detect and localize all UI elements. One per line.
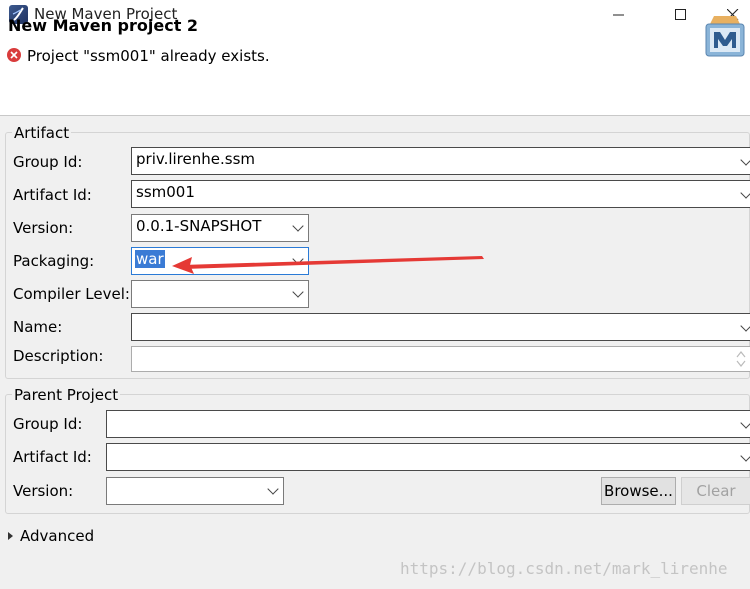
- parent-group-id-label: Group Id:: [13, 415, 83, 433]
- group-id-value: priv.lirenhe.ssm: [136, 150, 255, 168]
- parent-artifact-id-combo[interactable]: [106, 443, 750, 471]
- version-label: Version:: [13, 219, 74, 237]
- watermark: https://blog.csdn.net/mark_lirenhe: [400, 559, 728, 578]
- artifact-id-value: ssm001: [136, 183, 195, 201]
- error-icon: [7, 48, 21, 62]
- chevron-down-icon: [740, 187, 750, 199]
- chevron-down-icon: [267, 483, 279, 495]
- artifact-id-combo[interactable]: ssm001: [131, 180, 750, 208]
- compiler-level-label: Compiler Level:: [13, 285, 130, 303]
- name-combo[interactable]: [131, 313, 750, 341]
- packaging-label: Packaging:: [13, 252, 95, 270]
- chevron-down-icon: [740, 154, 750, 166]
- minimize-button[interactable]: [596, 0, 642, 30]
- packaging-value: war: [135, 250, 165, 268]
- maximize-icon: [675, 9, 686, 20]
- browse-button[interactable]: Browse...: [601, 477, 676, 505]
- clear-button[interactable]: Clear: [681, 477, 750, 505]
- maven-icon: [702, 14, 748, 58]
- parent-artifact-id-label: Artifact Id:: [13, 448, 92, 466]
- name-label: Name:: [13, 318, 63, 336]
- chevron-down-icon: [740, 320, 750, 332]
- wizard-header: [0, 30, 750, 116]
- minimize-icon: [613, 14, 624, 16]
- version-value: 0.0.1-SNAPSHOT: [136, 217, 262, 235]
- error-message: Project "ssm001" already exists.: [27, 47, 270, 65]
- group-id-combo[interactable]: priv.lirenhe.ssm: [131, 147, 750, 175]
- annotation-arrow: [172, 256, 484, 274]
- chevron-down-icon: [740, 450, 750, 462]
- chevron-down-icon: [740, 417, 750, 429]
- chevron-down-icon: [292, 286, 304, 298]
- description-field[interactable]: [131, 346, 750, 372]
- artifact-id-label: Artifact Id:: [13, 186, 92, 204]
- parent-project-legend: Parent Project: [12, 386, 121, 404]
- maximize-button[interactable]: [658, 0, 704, 30]
- page-title: New Maven project 2: [8, 16, 199, 35]
- chevron-down-icon: [292, 220, 304, 232]
- group-id-label: Group Id:: [13, 153, 83, 171]
- advanced-section-toggle[interactable]: Advanced: [20, 527, 94, 545]
- parent-version-combo[interactable]: [106, 477, 284, 505]
- expand-arrow-icon[interactable]: [8, 532, 13, 540]
- parent-group-id-combo[interactable]: [106, 410, 750, 438]
- artifact-legend: Artifact: [12, 124, 72, 142]
- compiler-level-combo[interactable]: [131, 280, 309, 308]
- version-combo[interactable]: 0.0.1-SNAPSHOT: [131, 214, 309, 242]
- scroll-arrows-icon: [736, 351, 746, 367]
- description-label: Description:: [13, 347, 104, 365]
- parent-version-label: Version:: [13, 482, 74, 500]
